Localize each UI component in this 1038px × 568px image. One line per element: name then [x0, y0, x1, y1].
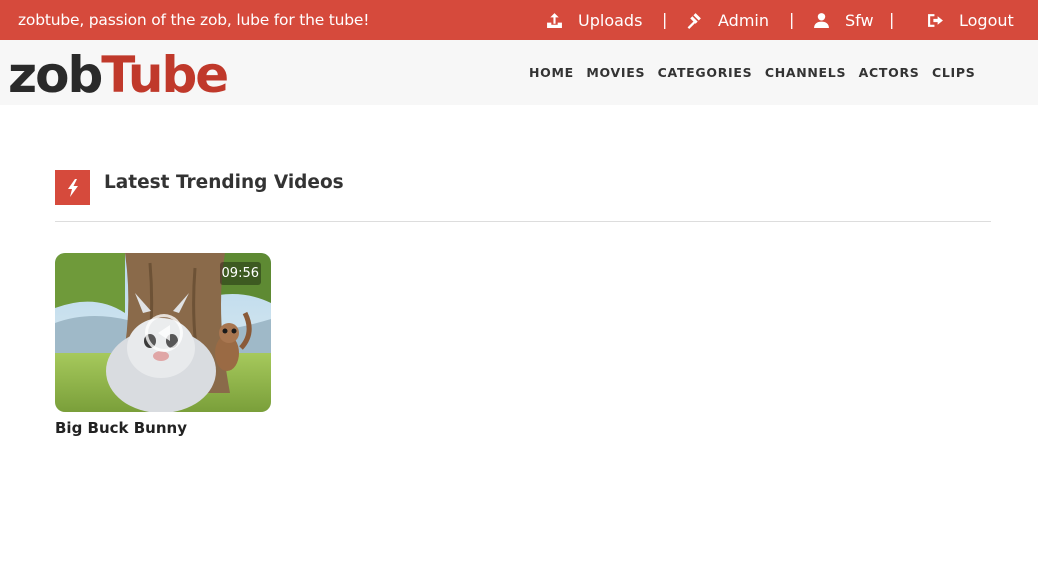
site-header: zob Tube HOME MOVIES CATEGORIES CHANNELS … [0, 40, 1038, 105]
nav-categories[interactable]: CATEGORIES [658, 65, 753, 80]
logout-link[interactable]: Logout [927, 0, 1014, 40]
section-divider [55, 221, 991, 222]
logo-part-zob: zob [8, 46, 103, 104]
site-tagline: zobtube, passion of the zob, lube for th… [18, 11, 370, 29]
logout-link-label: Logout [959, 10, 1014, 30]
section-title: Latest Trending Videos [104, 172, 344, 193]
nav-channels[interactable]: CHANNELS [765, 65, 846, 80]
nav-clips[interactable]: CLIPS [932, 65, 975, 80]
site-logo[interactable]: zob Tube [8, 46, 229, 104]
gavel-icon [687, 12, 701, 29]
bolt-icon-box [55, 170, 90, 205]
separator: | [662, 10, 668, 29]
uploads-link-label: Uploads [578, 10, 643, 30]
play-icon[interactable] [145, 314, 183, 352]
admin-link[interactable]: Admin [686, 0, 769, 40]
uploads-link[interactable]: Uploads [546, 0, 642, 40]
user-icon [814, 12, 829, 28]
separator: | [789, 10, 795, 29]
video-title[interactable]: Big Buck Bunny [55, 419, 271, 437]
nav-home[interactable]: HOME [529, 65, 574, 80]
video-thumbnail[interactable]: 09:56 [55, 253, 271, 412]
top-bar: zobtube, passion of the zob, lube for th… [0, 0, 1038, 40]
nav-movies[interactable]: MOVIES [586, 65, 645, 80]
nav-actors[interactable]: ACTORS [859, 65, 920, 80]
upload-icon [547, 12, 562, 28]
video-duration: 09:56 [219, 262, 261, 285]
video-card: 09:56 Big Buck Bunny [55, 253, 271, 437]
separator: | [889, 10, 895, 29]
sign-out-icon [928, 13, 943, 27]
sfw-link-label: Sfw [845, 10, 874, 30]
sfw-link[interactable]: Sfw [813, 0, 874, 40]
admin-link-label: Admin [718, 10, 769, 30]
bolt-icon [67, 178, 78, 197]
logo-part-tube: Tube [101, 46, 229, 104]
main-nav: HOME MOVIES CATEGORIES CHANNELS ACTORS C… [529, 40, 988, 105]
